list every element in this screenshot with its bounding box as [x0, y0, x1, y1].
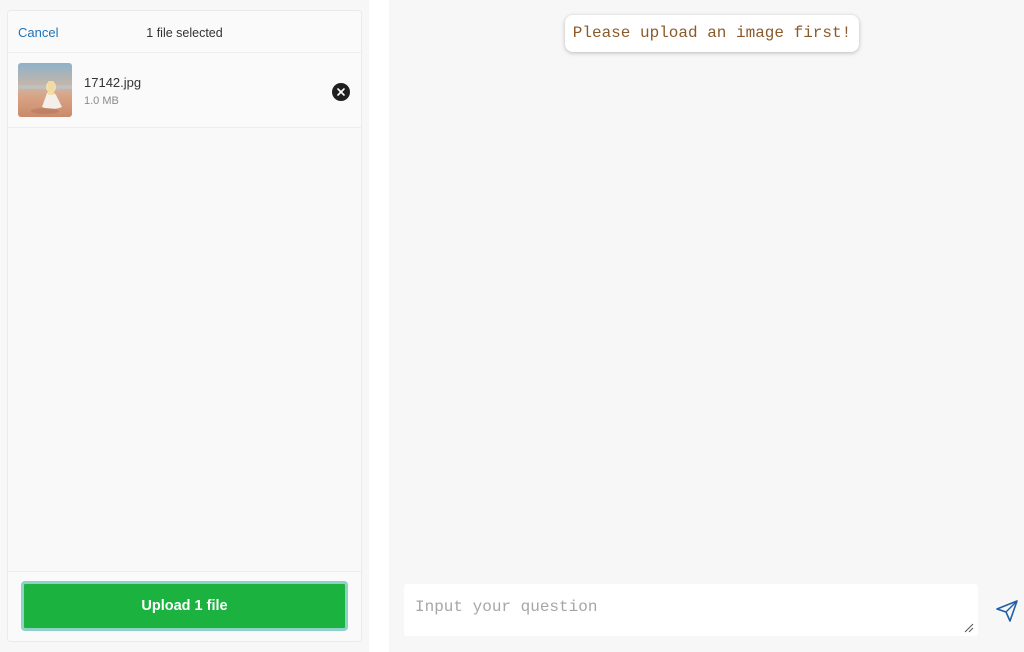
resize-grip-icon[interactable] — [964, 623, 974, 633]
app-root: Cancel 1 file selected 17142.jpg 1.0 MB … — [0, 0, 1024, 652]
file-size: 1.0 MB — [84, 95, 119, 107]
chat-message: Please upload an image first! — [565, 15, 859, 52]
question-input[interactable] — [404, 584, 978, 636]
uploader-header: Cancel 1 file selected — [8, 11, 361, 53]
paper-plane-icon[interactable] — [994, 598, 1020, 624]
upload-button[interactable]: Upload 1 file — [21, 581, 348, 631]
file-thumbnail — [18, 63, 72, 117]
chat-panel: Please upload an image first! — [389, 0, 1024, 652]
file-uploader: Cancel 1 file selected 17142.jpg 1.0 MB … — [7, 10, 362, 642]
file-name: 17142.jpg — [84, 75, 142, 90]
file-list-item: 17142.jpg 1.0 MB — [8, 53, 361, 128]
uploader-footer: Upload 1 file — [8, 571, 361, 641]
upload-panel-area: Cancel 1 file selected 17142.jpg 1.0 MB … — [0, 0, 369, 652]
selection-title: 1 file selected — [146, 26, 223, 40]
close-circle-icon[interactable] — [332, 83, 350, 101]
